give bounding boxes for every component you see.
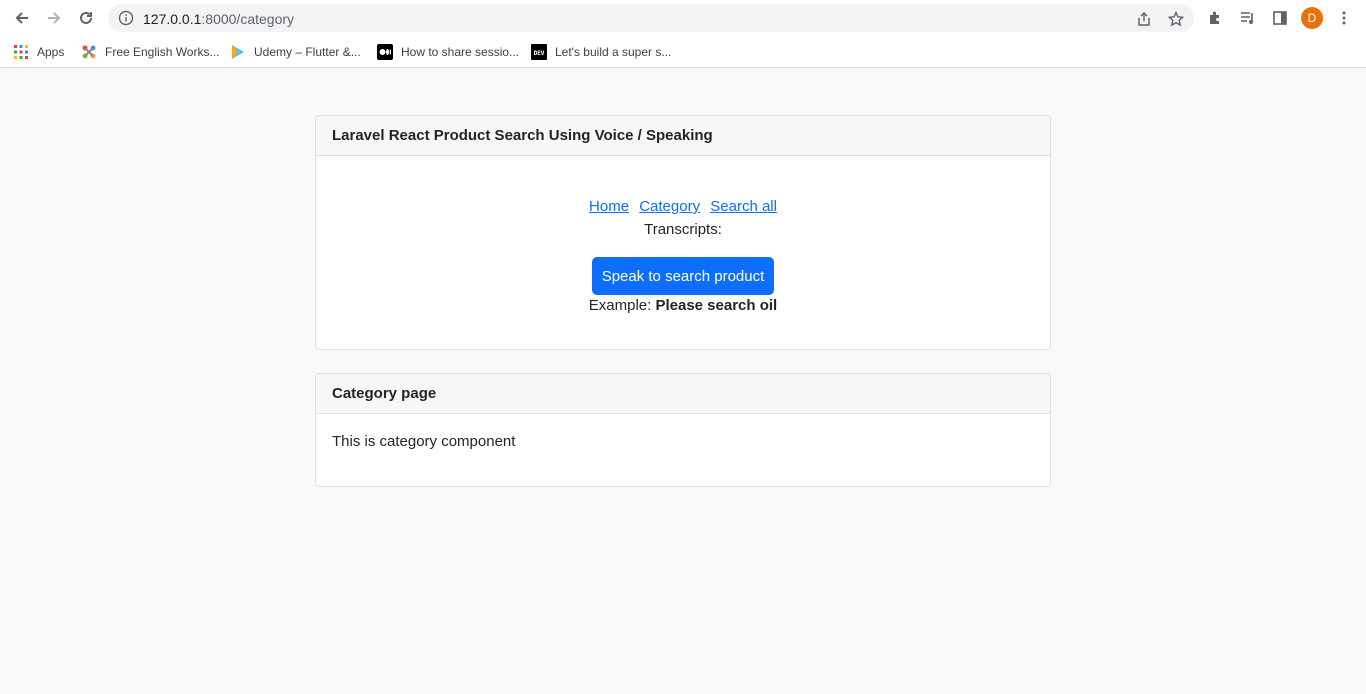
card-title: Laravel React Product Search Using Voice…: [316, 116, 1050, 156]
bookmark-apps[interactable]: Apps: [13, 42, 64, 62]
star-icon: [1168, 11, 1184, 27]
card-title: Category page: [316, 374, 1050, 414]
back-button[interactable]: [10, 6, 34, 30]
bookmark-label: Apps: [37, 45, 65, 59]
reload-icon: [80, 11, 92, 24]
bookmarks-bar: Apps Free English Works... Udemy – Flutt…: [0, 36, 1366, 68]
joomla-icon: [81, 44, 97, 60]
address-bar[interactable]: 127.0.0.1:8000/category: [108, 4, 1194, 32]
bookmark-how-to-share[interactable]: How to share sessio...: [377, 42, 519, 62]
back-arrow-icon: [15, 12, 28, 24]
home-link[interactable]: Home: [589, 198, 629, 215]
bookmark-dev[interactable]: DEV Let's build a super s...: [531, 42, 671, 62]
udemy-icon: [230, 44, 246, 60]
svg-text:DEV: DEV: [534, 50, 545, 57]
side-panel-button[interactable]: [1269, 7, 1291, 29]
url-path: :8000/category: [201, 11, 295, 27]
site-info-icon[interactable]: [118, 10, 134, 26]
bookmark-label: Let's build a super s...: [555, 45, 672, 59]
category-body-text: This is category component: [332, 433, 516, 450]
example-hint: Example: Please search oil: [316, 297, 1050, 314]
bookmark-label: Udemy – Flutter &...: [254, 45, 361, 59]
apps-grid-icon: [13, 44, 29, 60]
extensions-button[interactable]: [1205, 7, 1227, 29]
category-link[interactable]: Category: [639, 198, 700, 215]
bookmark-label: Free English Works...: [105, 45, 220, 59]
playlist-icon: [1241, 12, 1253, 24]
profile-avatar[interactable]: D: [1301, 7, 1323, 29]
bookmark-star-button[interactable]: [1167, 10, 1185, 28]
share-icon: [1138, 11, 1150, 26]
side-panel-icon: [1273, 11, 1287, 25]
menu-button[interactable]: [1333, 7, 1355, 29]
media-control-button[interactable]: [1237, 7, 1259, 29]
speak-to-search-button[interactable]: Speak to search product: [592, 257, 774, 295]
nav-links: Home Category Search all: [316, 198, 1050, 215]
search-all-link[interactable]: Search all: [710, 198, 777, 215]
forward-button[interactable]: [42, 6, 66, 30]
example-label: Example:: [588, 297, 652, 314]
transcripts-label: Transcripts:: [644, 221, 722, 238]
share-button[interactable]: [1135, 10, 1153, 28]
medium-icon: [377, 44, 393, 60]
url-text[interactable]: 127.0.0.1:8000/category: [143, 11, 294, 27]
puzzle-icon: [1210, 11, 1219, 24]
example-text: Please search oil: [655, 297, 778, 314]
dev-icon: DEV: [531, 44, 547, 60]
bookmark-free-english[interactable]: Free English Works...: [81, 42, 219, 62]
browser-toolbar: 127.0.0.1:8000/category D: [0, 0, 1366, 36]
bookmark-label: How to share sessio...: [401, 45, 520, 59]
forward-arrow-icon: [48, 12, 61, 24]
reload-button[interactable]: [74, 6, 98, 30]
voice-search-card: Laravel React Product Search Using Voice…: [315, 115, 1051, 350]
bookmark-udemy[interactable]: Udemy – Flutter &...: [230, 42, 361, 62]
category-card: Category page This is category component: [315, 373, 1051, 487]
kebab-menu-icon: [1342, 11, 1346, 25]
url-host: 127.0.0.1: [143, 11, 202, 27]
